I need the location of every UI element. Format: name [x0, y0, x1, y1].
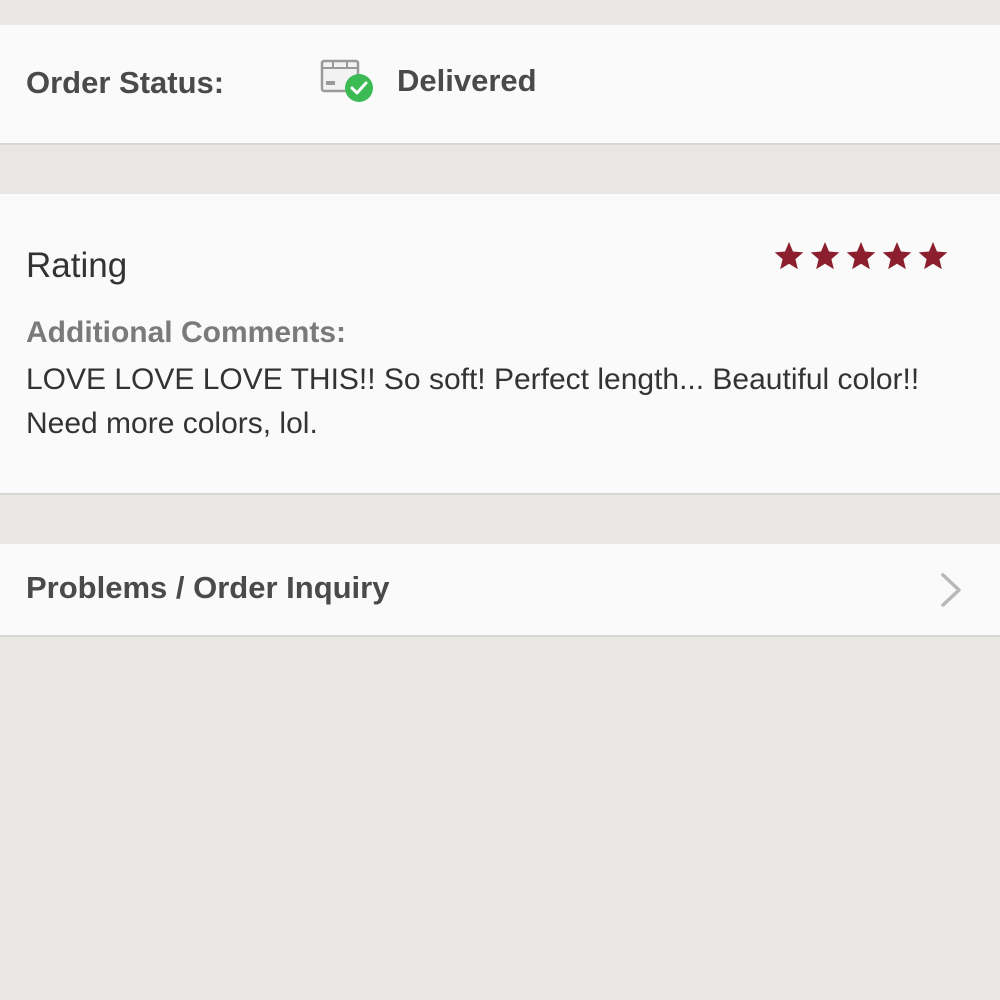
order-status-value: Delivered: [397, 63, 537, 98]
star-rating: [774, 242, 948, 270]
order-status-label: Order Status:: [26, 65, 225, 100]
star-icon: [774, 242, 804, 270]
problems-order-inquiry-row[interactable]: Problems / Order Inquiry: [0, 544, 1000, 637]
star-icon: [846, 242, 876, 270]
additional-comments-text: LOVE LOVE LOVE THIS!! So soft! Perfect l…: [26, 363, 920, 440]
rating-label: Rating: [26, 246, 128, 285]
package-delivered-icon: [320, 59, 373, 102]
chevron-right-icon: [941, 573, 961, 607]
star-icon: [882, 242, 912, 270]
problems-order-inquiry-label: Problems / Order Inquiry: [26, 570, 390, 605]
order-status-card: Order Status: Delivered: [0, 25, 1000, 145]
rating-card: Rating Additional Comments: LOVE LOVE LO…: [0, 194, 1000, 495]
star-icon: [918, 242, 948, 270]
additional-comments-label: Additional Comments:: [26, 316, 346, 349]
star-icon: [810, 242, 840, 270]
